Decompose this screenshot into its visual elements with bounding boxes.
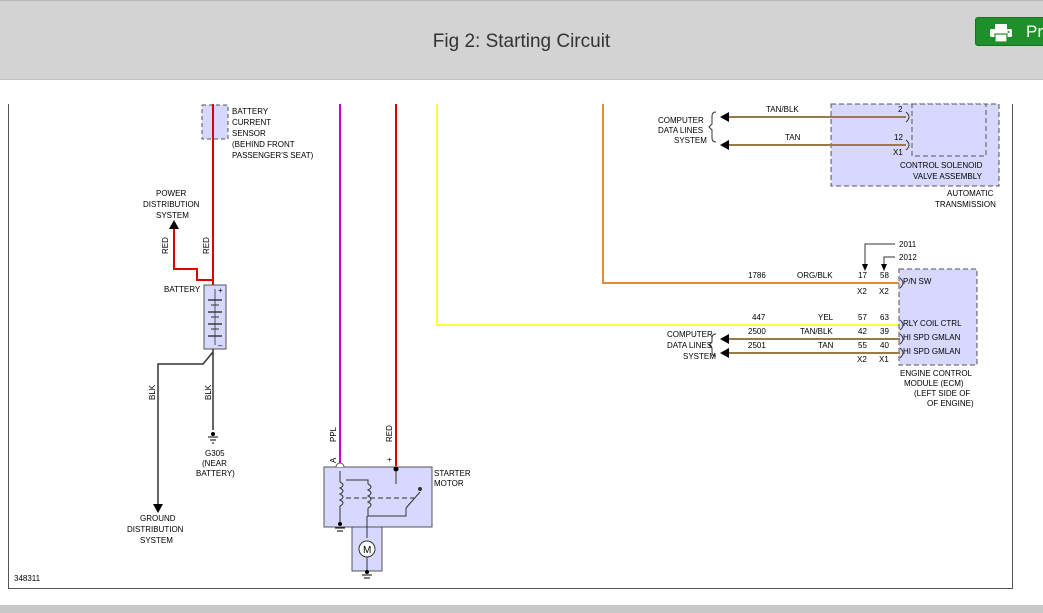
battery-plus-sign: + xyxy=(218,286,223,295)
battery-sensor-label-5: PASSENGER'S SEAT) xyxy=(232,151,314,160)
control-solenoid-label-1: CONTROL SOLENOID xyxy=(900,161,983,170)
ecm-circuit-447: 447 xyxy=(752,313,766,322)
ecm-conn-x2-b: X2 xyxy=(879,287,889,296)
trans-connector-x1: X1 xyxy=(893,148,903,157)
bracket-icon xyxy=(708,111,717,143)
battery-label: BATTERY xyxy=(164,285,201,294)
wire-label-red-starter: RED xyxy=(385,425,394,442)
computer-lines-top-2: DATA LINES xyxy=(658,126,703,135)
arrow-left-icon xyxy=(720,348,729,358)
ecm-pin-42: 42 xyxy=(858,327,867,336)
computer-lines-bottom-3: SYSTEM xyxy=(683,352,716,361)
blk-wire-ground-dist xyxy=(157,351,214,505)
ecm-pin-40: 40 xyxy=(880,341,889,350)
ecm-circuit-1786: 1786 xyxy=(748,271,766,280)
computer-lines-top-1: COMPUTER xyxy=(658,116,704,125)
ecm-func-gmlan-1: HI SPD GMLAN xyxy=(903,333,961,342)
auto-trans-label-1: AUTOMATIC xyxy=(947,189,994,198)
ecm-func-pn-sw: P/N SW xyxy=(903,277,932,286)
wire-label-red-2: RED xyxy=(202,237,211,254)
battery-current-sensor: BATTERY CURRENT SENSOR (BEHIND FRONT PAS… xyxy=(201,104,314,160)
battery-sensor-label-3: SENSOR xyxy=(232,129,266,138)
year-2012-label: 2012 xyxy=(899,253,917,262)
ecm-func-gmlan-2: HI SPD GMLAN xyxy=(903,347,961,356)
figure-id: 348311 xyxy=(14,574,41,583)
ecm-color-orgblk: ORG/BLK xyxy=(797,271,833,280)
computer-lines-bottom-2: DATA LINES xyxy=(667,341,712,350)
arrow-left-icon xyxy=(720,334,729,344)
ecm-pin-39: 39 xyxy=(880,327,889,336)
arrow-left-icon xyxy=(720,140,729,150)
trans-pin-12: 12 xyxy=(894,133,903,142)
ecm-conn-x1: X1 xyxy=(879,355,889,364)
ecm-pin-58: 58 xyxy=(880,271,889,280)
ecm-pin-57: 57 xyxy=(858,313,867,322)
ecm-color-tan: TAN xyxy=(818,341,834,350)
year-2011-leader xyxy=(864,243,895,265)
power-dist-label-3: SYSTEM xyxy=(156,211,189,220)
computer-lines-bottom-1: COMPUTER xyxy=(667,330,713,339)
starter-label-1: STARTER xyxy=(434,469,471,478)
ecm-color-tanblk: TAN/BLK xyxy=(800,327,833,336)
ground-dist-label-1: GROUND xyxy=(140,514,176,523)
arrow-up-icon xyxy=(169,220,179,229)
ecm-pin-55: 55 xyxy=(858,341,867,350)
motor-icon: M xyxy=(363,545,371,556)
year-2012-leader xyxy=(883,256,895,265)
ecm-color-yel: YEL xyxy=(818,313,834,322)
ecm-label-2: MODULE (ECM) xyxy=(904,379,964,388)
ecm-circuit-2500: 2500 xyxy=(748,327,766,336)
auto-trans-label-2: TRANSMISSION xyxy=(935,200,996,209)
ground-dist-label-3: SYSTEM xyxy=(140,536,173,545)
trans-pin-2: 2 xyxy=(898,105,903,114)
arrow-down-icon xyxy=(153,504,163,513)
battery-sensor-label-4: (BEHIND FRONT xyxy=(232,140,295,149)
scrollbar-track[interactable] xyxy=(1029,104,1043,605)
ecm-func-rly-coil: RLY COIL CTRL xyxy=(903,319,962,328)
terminal-plus-label: + xyxy=(385,457,394,462)
battery-sensor-label-1: BATTERY xyxy=(232,107,269,116)
g305-label-1: G305 xyxy=(205,449,225,458)
ground-icon xyxy=(208,432,218,444)
starter-label-2: MOTOR xyxy=(434,479,464,488)
ecm-label-3: (LEFT SIDE OF xyxy=(914,389,970,398)
power-dist-label-1: POWER xyxy=(156,189,186,198)
starting-circuit-diagram: BATTERY CURRENT SENSOR (BEHIND FRONT PAS… xyxy=(14,103,1000,583)
terminal-a-label: A xyxy=(329,457,338,463)
arrow-left-icon xyxy=(720,112,729,122)
year-2011-label: 2011 xyxy=(899,240,917,249)
battery-symbol: + – xyxy=(203,284,227,350)
starter-motor: M xyxy=(323,462,433,579)
ecm-conn-x2-a: X2 xyxy=(857,287,867,296)
ecm-label-4: OF ENGINE) xyxy=(927,399,974,408)
ecm-pin-17: 17 xyxy=(858,271,867,280)
g305-label-3: BATTERY) xyxy=(196,469,235,478)
ecm-conn-x2-c: X2 xyxy=(857,355,867,364)
control-solenoid-label-2: VALVE ASSEMBLY xyxy=(913,172,983,181)
battery-minus-sign: – xyxy=(218,341,223,350)
g305-label-2: (NEAR xyxy=(202,459,227,468)
wire-label-blk-2: BLK xyxy=(204,384,213,400)
power-dist-label-2: DISTRIBUTION xyxy=(143,200,200,209)
ground-dist-label-2: DISTRIBUTION xyxy=(127,525,184,534)
wire-label-ppl: PPL xyxy=(329,426,338,442)
footer-bar xyxy=(0,605,1043,613)
ecm-label-1: ENGINE CONTROL xyxy=(900,369,973,378)
trans-wire-tanblk-label: TAN/BLK xyxy=(766,105,799,114)
ecm-pin-63: 63 xyxy=(880,313,889,322)
computer-lines-top-3: SYSTEM xyxy=(674,136,707,145)
trans-wire-tan-label: TAN xyxy=(785,133,801,142)
wire-label-red-1: RED xyxy=(161,237,170,254)
ecm-circuit-2501: 2501 xyxy=(748,341,766,350)
battery-sensor-label-2: CURRENT xyxy=(232,118,271,127)
wire-label-blk-1: BLK xyxy=(148,384,157,400)
